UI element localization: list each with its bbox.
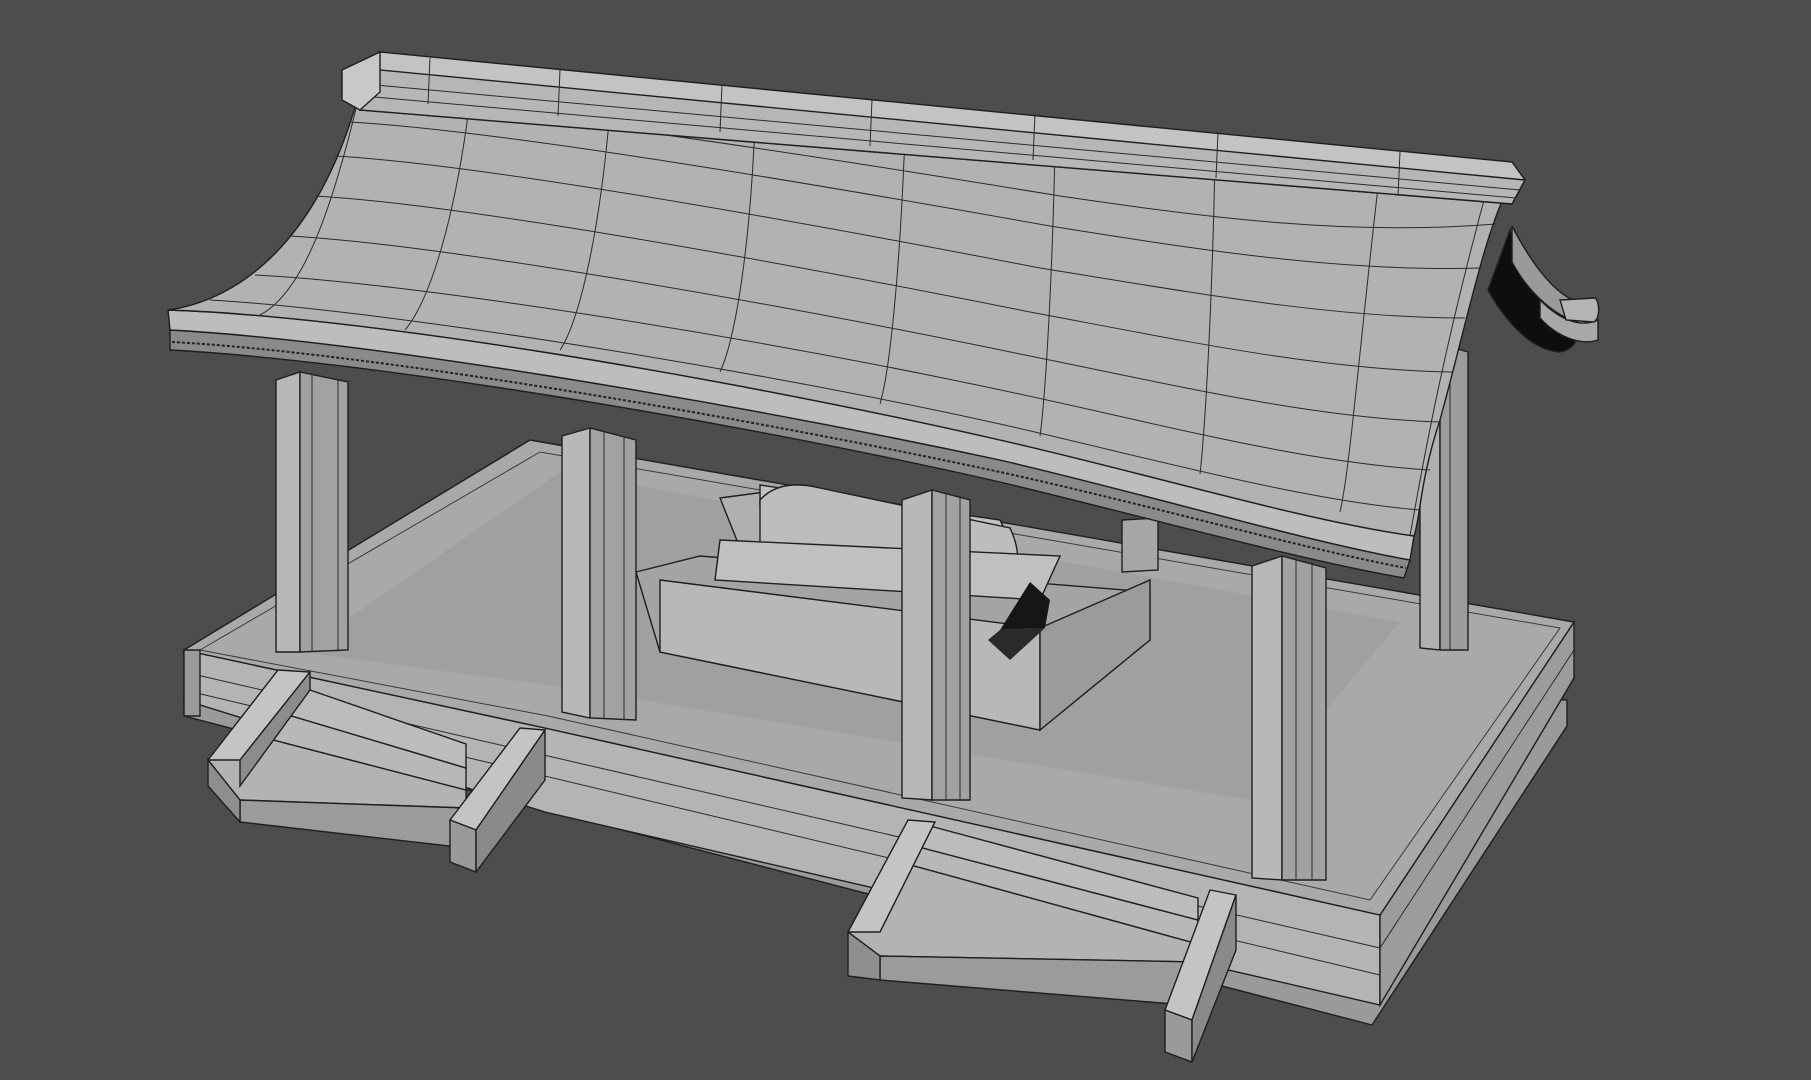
roof-end-ornament (1487, 225, 1600, 353)
pavilion-model[interactable] (0, 0, 1811, 1080)
3d-viewport[interactable] (0, 0, 1811, 1080)
